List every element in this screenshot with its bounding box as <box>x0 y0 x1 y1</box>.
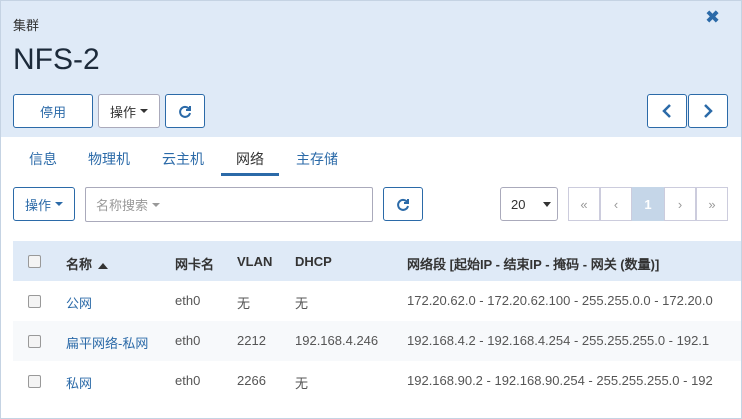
sort-asc-icon <box>98 262 109 269</box>
tab-primary-storage[interactable]: 主存储 <box>296 149 338 169</box>
page-size-select[interactable]: 20 <box>500 187 558 221</box>
column-nic: 网卡名 <box>175 257 215 272</box>
caret-down-icon <box>55 202 63 206</box>
tab-info[interactable]: 信息 <box>29 149 57 169</box>
row-checkbox[interactable] <box>28 375 41 388</box>
page-size-value: 20 <box>511 196 526 212</box>
disable-button[interactable]: 停用 <box>13 94 93 128</box>
actions-button-label: 操作 <box>109 104 136 120</box>
search-placeholder: 名称搜索 <box>96 198 149 213</box>
refresh-icon <box>397 198 409 211</box>
vlan-cell: 无 <box>237 296 251 311</box>
search-input[interactable]: 名称搜索 <box>85 187 373 222</box>
column-ip-range: 网络段 [起始IP - 结束IP - 掩码 - 网关 (数量)] <box>407 257 660 272</box>
ip-range-cell: 192.168.90.2 - 192.168.90.254 - 255.255.… <box>407 373 713 388</box>
cluster-detail-panel: 集群 ✖ NFS-2 停用 操作 信息 物理机 云主机 网络 主存储 操作 名称… <box>0 0 742 419</box>
prev-item-button[interactable] <box>647 94 687 128</box>
disable-button-label: 停用 <box>39 104 66 120</box>
refresh-button[interactable] <box>165 94 205 128</box>
caret-down-icon <box>140 109 148 113</box>
refresh-icon <box>179 105 191 118</box>
dhcp-cell: 无 <box>295 376 309 391</box>
chevron-right-icon <box>704 104 713 118</box>
breadcrumb[interactable]: 集群 <box>13 15 39 34</box>
network-name-link[interactable]: 私网 <box>66 373 92 392</box>
nic-cell: eth0 <box>175 293 201 308</box>
column-dhcp: DHCP <box>295 254 332 269</box>
vlan-cell: 2266 <box>237 373 266 388</box>
table-actions-label: 操作 <box>24 197 51 213</box>
row-checkbox[interactable] <box>28 295 41 308</box>
select-all-checkbox[interactable] <box>28 255 41 268</box>
nic-cell: eth0 <box>175 333 201 348</box>
triangle-down-icon <box>543 202 551 207</box>
next-item-button[interactable] <box>688 94 728 128</box>
pager-prev[interactable]: ‹ <box>600 187 632 221</box>
page-title: NFS-2 <box>13 43 100 76</box>
row-checkbox[interactable] <box>28 335 41 348</box>
tab-vms[interactable]: 云主机 <box>162 149 204 169</box>
network-name-link[interactable]: 公网 <box>66 293 92 312</box>
dhcp-cell: 192.168.4.246 <box>295 333 379 348</box>
pager-next[interactable]: › <box>664 187 696 221</box>
table-row: 私网 eth0 2266 无 192.168.90.2 - 192.168.90… <box>13 361 741 401</box>
column-name-label: 名称 <box>66 257 93 272</box>
caret-down-icon <box>152 202 161 207</box>
detail-header: 集群 ✖ NFS-2 停用 操作 <box>1 1 741 137</box>
ip-range-cell: 172.20.62.0 - 172.20.62.100 - 255.255.0.… <box>407 293 713 308</box>
table-refresh-button[interactable] <box>383 187 423 221</box>
active-tab-indicator <box>221 173 279 176</box>
chevron-left-icon <box>662 104 671 118</box>
actions-dropdown-button[interactable]: 操作 <box>98 94 160 128</box>
nic-cell: eth0 <box>175 373 201 388</box>
column-name[interactable]: 名称 <box>66 254 109 273</box>
close-icon[interactable]: ✖ <box>705 7 720 28</box>
table-header: 名称 网卡名 VLAN DHCP 网络段 [起始IP - 结束IP - 掩码 -… <box>13 241 741 281</box>
column-vlan: VLAN <box>237 254 273 269</box>
pager-current-page[interactable]: 1 <box>632 187 664 221</box>
table-row: 公网 eth0 无 无 172.20.62.0 - 172.20.62.100 … <box>13 281 741 321</box>
table-actions-dropdown[interactable]: 操作 <box>13 187 75 221</box>
tab-bar: 信息 物理机 云主机 网络 主存储 <box>1 137 741 177</box>
tab-network[interactable]: 网络 <box>236 149 264 169</box>
pager-last[interactable]: » <box>696 187 728 221</box>
dhcp-cell: 无 <box>295 296 309 311</box>
network-name-link[interactable]: 扁平网络-私网 <box>66 333 148 352</box>
ip-range-cell: 192.168.4.2 - 192.168.4.254 - 255.255.25… <box>407 333 710 348</box>
vlan-cell: 2212 <box>237 333 266 348</box>
tab-hosts[interactable]: 物理机 <box>88 149 130 169</box>
pager-first[interactable]: « <box>568 187 600 221</box>
table-row: 扁平网络-私网 eth0 2212 192.168.4.246 192.168.… <box>13 321 741 361</box>
